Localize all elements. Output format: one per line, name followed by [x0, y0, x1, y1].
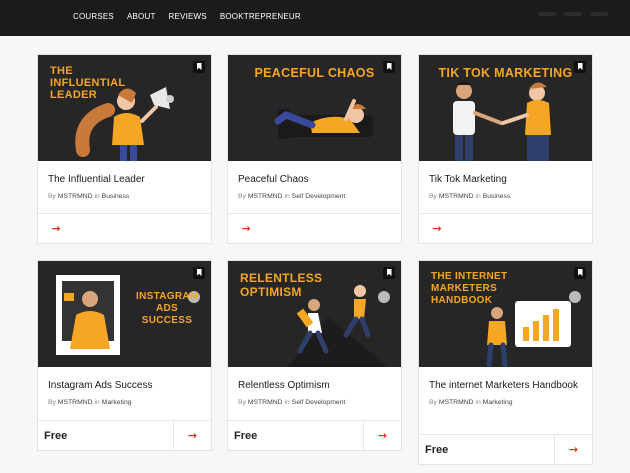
course-title[interactable]: Relentless Optimism — [238, 379, 391, 393]
meta-in: in — [284, 399, 290, 406]
open-course-button[interactable]: → — [419, 214, 455, 243]
course-title[interactable]: Tik Tok Marketing — [429, 173, 582, 187]
author-link[interactable]: MSTRMND — [58, 399, 93, 406]
course-thumbnail[interactable]: TIK TOK MARKETING — [419, 55, 592, 161]
open-course-button[interactable]: → — [173, 421, 211, 450]
card-footer: → — [228, 213, 401, 243]
thumbnail-title: THE INTERNET MARKETERS HANDBOOK — [431, 271, 508, 306]
course-meta: By MSTRMND in Marketing — [429, 399, 582, 406]
course-thumbnail[interactable]: THE INTERNET MARKETERS HANDBOOK — [419, 261, 592, 367]
arrow-right-icon: → — [241, 222, 251, 235]
nav-right-item[interactable] — [538, 12, 556, 16]
category-link[interactable]: Business — [483, 193, 511, 200]
course-grid: THE INFLUENTIAL LEADER The Influential L… — [0, 36, 630, 473]
meta-by: By — [238, 193, 246, 200]
open-course-button[interactable]: → — [228, 214, 264, 243]
course-title[interactable]: The Influential Leader — [48, 173, 201, 187]
meta-in: in — [94, 399, 100, 406]
bookmark-icon[interactable] — [574, 267, 586, 279]
nav-right-item[interactable] — [564, 12, 582, 16]
arrow-right-icon: → — [187, 429, 198, 442]
arrow-right-icon: → — [432, 222, 442, 235]
course-card-peaceful-chaos[interactable]: PEACEFUL CHAOS Peaceful Chaos By MSTRMND… — [227, 54, 402, 244]
bookmark-icon[interactable] — [193, 61, 205, 73]
nav-about[interactable]: ABOUT — [127, 12, 156, 21]
course-thumbnail[interactable]: INSTAGRAM ADS SUCCESS — [38, 261, 211, 367]
nav-right-menu — [538, 12, 608, 16]
nav-booktrepreneur[interactable]: BOOKTREPRENEUR — [220, 12, 301, 21]
open-course-button[interactable]: → — [363, 421, 401, 450]
price-label: Free — [234, 430, 258, 442]
thumbnail-title: INSTAGRAM ADS SUCCESS — [136, 291, 199, 326]
meta-by: By — [238, 399, 246, 406]
bookmark-icon[interactable] — [574, 61, 586, 73]
author-link[interactable]: MSTRMND — [439, 193, 474, 200]
course-title[interactable]: The internet Marketers Handbook — [429, 379, 582, 393]
card-footer: Free → — [419, 434, 592, 464]
author-link[interactable]: MSTRMND — [248, 399, 283, 406]
arrow-right-icon: → — [51, 222, 61, 235]
arrow-right-icon: → — [568, 443, 579, 456]
nav-right-item[interactable] — [590, 12, 608, 16]
meta-in: in — [475, 193, 481, 200]
open-course-button[interactable]: → — [554, 435, 592, 464]
top-navigation-bar: COURSES ABOUT REVIEWS BOOKTREPRENEUR — [0, 0, 630, 36]
course-card-internet-marketers-handbook[interactable]: THE INTERNET MARKETERS HANDBOOK The inte… — [418, 260, 593, 465]
meta-in: in — [94, 193, 100, 200]
course-card-instagram-ads-success[interactable]: INSTAGRAM ADS SUCCESS Instagram Ads Succ… — [37, 260, 212, 451]
card-footer: Free → — [38, 420, 211, 450]
category-link[interactable]: Marketing — [102, 399, 132, 406]
category-link[interactable]: Business — [102, 193, 130, 200]
open-course-button[interactable]: → — [38, 214, 74, 243]
meta-by: By — [48, 193, 56, 200]
meta-by: By — [429, 399, 437, 406]
course-title[interactable]: Peaceful Chaos — [238, 173, 391, 187]
course-card-influential-leader[interactable]: THE INFLUENTIAL LEADER The Influential L… — [37, 54, 212, 244]
course-title[interactable]: Instagram Ads Success — [48, 379, 201, 393]
card-footer: → — [38, 213, 211, 243]
meta-by: By — [48, 399, 56, 406]
course-meta: By MSTRMND in Business — [429, 193, 582, 200]
author-link[interactable]: MSTRMND — [248, 193, 283, 200]
category-link[interactable]: Self Development — [292, 193, 346, 200]
bookmark-icon[interactable] — [383, 267, 395, 279]
course-thumbnail[interactable]: THE INFLUENTIAL LEADER — [38, 55, 211, 161]
card-footer: → — [419, 213, 592, 243]
course-card-relentless-optimism[interactable]: RELENTLESS OPTIMISM Relentless Optimism … — [227, 260, 402, 451]
course-meta: By MSTRMND in Marketing — [48, 399, 201, 406]
category-link[interactable]: Marketing — [483, 399, 513, 406]
price-label: Free — [425, 444, 449, 456]
author-link[interactable]: MSTRMND — [439, 399, 474, 406]
nav-reviews[interactable]: REVIEWS — [169, 12, 207, 21]
bookmark-icon[interactable] — [383, 61, 395, 73]
thumbnail-title: THE INFLUENTIAL LEADER — [50, 65, 126, 101]
card-footer: Free → — [228, 420, 401, 450]
category-link[interactable]: Self Development — [292, 399, 346, 406]
meta-by: By — [429, 193, 437, 200]
nav-courses[interactable]: COURSES — [73, 12, 114, 21]
course-card-tik-tok-marketing[interactable]: TIK TOK MARKETING Tik Tok Marketing By M… — [418, 54, 593, 244]
thumbnail-title: TIK TOK MARKETING — [438, 66, 573, 80]
course-meta: By MSTRMND in Self Development — [238, 399, 391, 406]
course-meta: By MSTRMND in Business — [48, 193, 201, 200]
course-meta: By MSTRMND in Self Development — [238, 193, 391, 200]
course-thumbnail[interactable]: RELENTLESS OPTIMISM — [228, 261, 401, 367]
author-link[interactable]: MSTRMND — [58, 193, 93, 200]
course-thumbnail[interactable]: PEACEFUL CHAOS — [228, 55, 401, 161]
bookmark-icon[interactable] — [193, 267, 205, 279]
arrow-right-icon: → — [377, 429, 388, 442]
thumbnail-title: PEACEFUL CHAOS — [254, 66, 375, 80]
meta-in: in — [475, 399, 481, 406]
thumbnail-title: RELENTLESS OPTIMISM — [240, 271, 323, 299]
meta-in: in — [284, 193, 290, 200]
main-nav: COURSES ABOUT REVIEWS BOOKTREPRENEUR — [73, 12, 314, 21]
price-label: Free — [44, 430, 68, 442]
